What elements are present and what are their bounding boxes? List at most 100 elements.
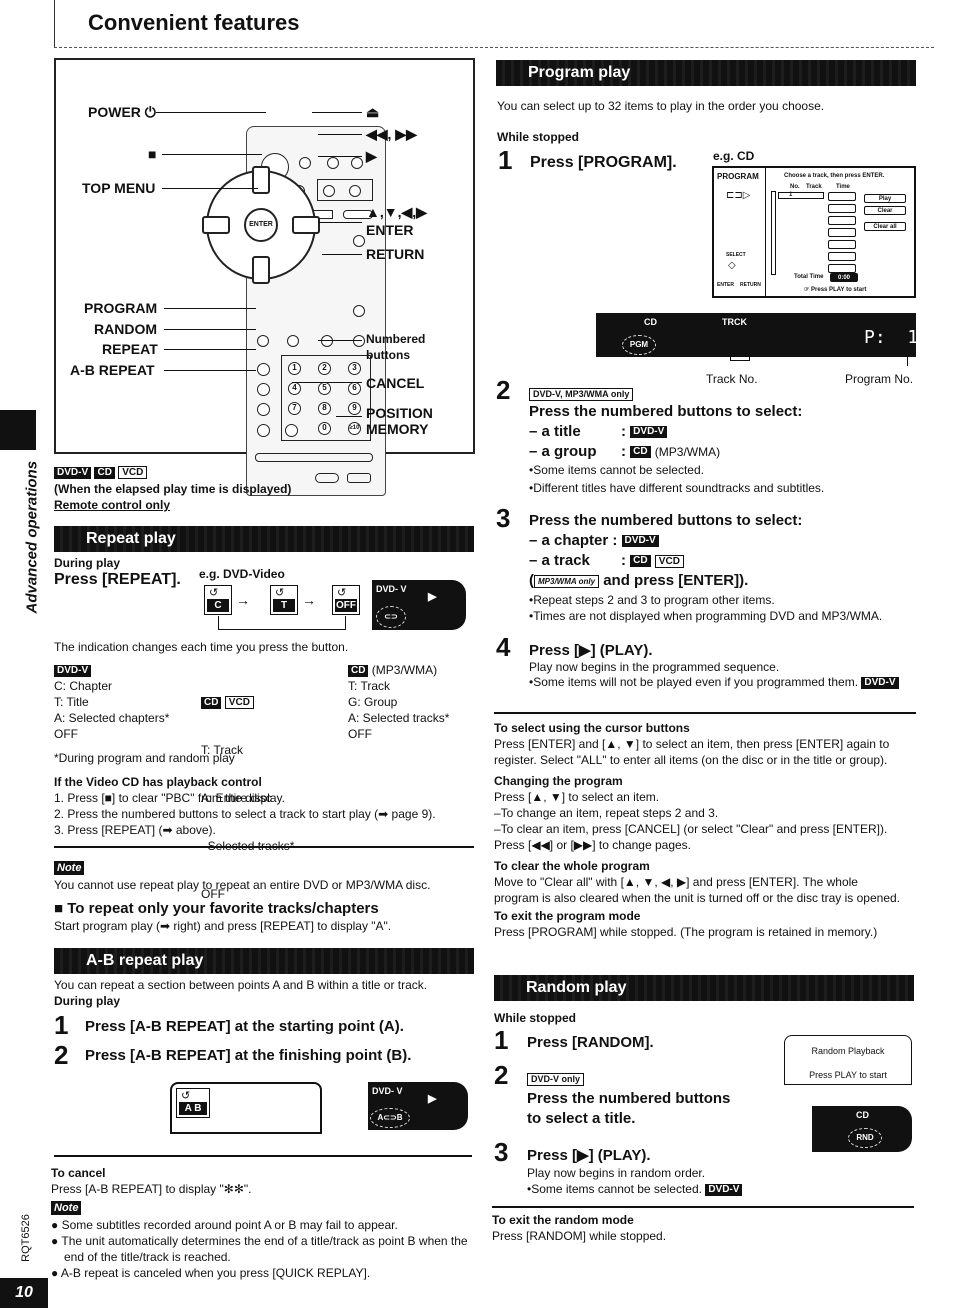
- pgm-indicator-ring: PGM: [622, 335, 656, 355]
- osd-time-slot: [828, 204, 856, 213]
- repeat-icon: ↺: [209, 587, 219, 599]
- program-step-number: 1: [498, 145, 513, 175]
- osd-time-slot: [828, 228, 856, 237]
- osd-play-button: Play: [864, 194, 906, 203]
- osd-time-slot: [828, 252, 856, 261]
- play-icon: ▶: [428, 591, 437, 603]
- repeat-indicator-ring: ⊂⊃: [376, 606, 406, 628]
- ab-cancel-text: Press [A-B REPEAT] to display "✻✻".: [51, 1182, 252, 1196]
- random-while-stopped: While stopped: [494, 1011, 576, 1025]
- rnd-indicator-ring: RND: [848, 1128, 882, 1148]
- arrow-right-icon: →: [302, 592, 316, 608]
- program-step-number: 4: [496, 632, 511, 662]
- number-button-7: 7: [288, 402, 301, 415]
- quick-replay-button-icon: [315, 473, 339, 483]
- number-button-1: 1: [288, 362, 301, 375]
- label-ab-repeat: A-B REPEAT: [70, 362, 155, 378]
- page-title: Convenient features: [88, 10, 300, 35]
- section-heading-repeat: Repeat play: [54, 526, 474, 552]
- lcd-display-random: CD RND: [812, 1106, 912, 1152]
- step2-bullet: •Some items cannot be selected.: [529, 463, 704, 477]
- random-step3-desc: Play now begins in random order.: [527, 1166, 706, 1180]
- leader-line: [292, 382, 362, 383]
- note-label: Note: [54, 860, 85, 875]
- cursor-pad-icon: ◇: [728, 260, 736, 271]
- label-return: RETURN: [366, 246, 425, 262]
- lcd-display-ab: DVD- V ▶ A⊂⊃B: [368, 1082, 468, 1130]
- enter-button-icon: ENTER: [244, 208, 278, 242]
- small-button-icon: [257, 335, 269, 347]
- number-button-6: 6: [348, 382, 361, 395]
- osd-clear-all-button: Clear all: [864, 222, 906, 231]
- track-no-pointer: [730, 357, 750, 361]
- leader-line: [322, 254, 362, 255]
- left-arrow-button-icon: [202, 216, 230, 234]
- tip-heading: Changing the program: [494, 774, 623, 788]
- mp3-enter-note: (MP3/WMA only and press [ENTER]).: [529, 572, 749, 589]
- document-code: RQT6526: [19, 1214, 32, 1262]
- label-position: POSITION: [366, 405, 433, 421]
- cycle-return-arrow: [218, 616, 346, 630]
- random-step-number: 1: [494, 1025, 509, 1055]
- program-step-number: 3: [496, 503, 511, 533]
- ab-cancel-heading: To cancel: [51, 1166, 106, 1180]
- repeat-during-play: During play: [54, 556, 121, 570]
- track-no-label: Track No.: [706, 372, 758, 386]
- repeat-column-dvd: DVD-V C: Chapter T: Title A: Selected ch…: [54, 664, 170, 741]
- step3-bullet: •Repeat steps 2 and 3 to program other i…: [529, 593, 775, 607]
- repeat-button-icon: [257, 403, 270, 416]
- repeat-footnote: *During program and random play: [54, 751, 235, 765]
- osd-time-slot: [828, 240, 856, 249]
- osd-time-slot: [828, 192, 856, 201]
- small-button-icon: [353, 335, 365, 347]
- program-osd: PROGRAM ⊏⊐▷ SELECT ◇ ENTER RETURN Choose…: [712, 166, 916, 298]
- program-no-pointer: [907, 352, 908, 366]
- ab-intro: You can repeat a section between points …: [54, 978, 428, 992]
- leader-line: [162, 154, 262, 155]
- step4-bullet: •Some items will not be played even if y…: [529, 674, 899, 690]
- ab-osd-banner: ↺ A B: [170, 1082, 322, 1134]
- osd-clear-button: Clear: [864, 206, 906, 215]
- leader-line: [318, 134, 362, 135]
- program-step-3: Press the numbered buttons to select:: [529, 512, 803, 529]
- ab-notes: ● Some subtitles recorded around point A…: [51, 1217, 476, 1281]
- random-osd-banner: Random Playback Press PLAY to start: [784, 1035, 912, 1085]
- cursor-pad: ENTER: [202, 166, 320, 284]
- leader-line: [156, 112, 266, 113]
- leader-line: [164, 370, 256, 371]
- number-button-2: 2: [318, 362, 331, 375]
- program-no-label: Program No.: [845, 372, 914, 386]
- ab-step-number: 1: [54, 1010, 69, 1040]
- divider: [54, 846, 474, 848]
- ab-step-text: Press [A-B REPEAT] at the finishing poin…: [85, 1047, 412, 1064]
- leader-line: [318, 156, 362, 157]
- position-memory-button-icon: [347, 473, 371, 483]
- label-skip: ◀◀, ▶▶: [366, 126, 417, 142]
- note-label: Note: [51, 1200, 82, 1215]
- skip-forward-button-icon: [349, 185, 361, 197]
- label-enter: ENTER: [366, 222, 414, 238]
- right-arrow-button-icon: [292, 216, 320, 234]
- remote-diagram: 1 2 3 4 5 6 7 8 9 0 ≥10 ENTER POWER ⏻ ■ …: [54, 58, 475, 496]
- label-memory: MEMORY: [366, 421, 429, 437]
- repeat-icon: ↺: [275, 587, 285, 599]
- leader-line: [164, 329, 256, 330]
- badge-dvd-v: DVD-V: [54, 466, 92, 479]
- program-step-1: Press [PROGRAM].: [530, 154, 677, 171]
- badge-cd: CD: [94, 466, 115, 479]
- label-cursor: ▲,▼,◀,▶: [366, 204, 427, 220]
- label-play: ▶: [366, 148, 377, 164]
- label-stop: ■: [148, 146, 157, 162]
- leader-line: [318, 340, 362, 341]
- osd-program-row: 1: [778, 192, 824, 199]
- option-group: – a group: CD (MP3/WMA): [529, 443, 721, 460]
- section-heading-random: Random play: [494, 975, 914, 1001]
- play-icon: ▶: [428, 1093, 437, 1105]
- divider: [494, 712, 916, 714]
- down-arrow-button-icon: [252, 256, 270, 284]
- badge-vcd: VCD: [118, 466, 148, 480]
- leader-line: [164, 308, 256, 309]
- random-step-1: Press [RANDOM].: [527, 1034, 654, 1051]
- return-button-icon: [353, 305, 365, 317]
- divider: [492, 1206, 914, 1208]
